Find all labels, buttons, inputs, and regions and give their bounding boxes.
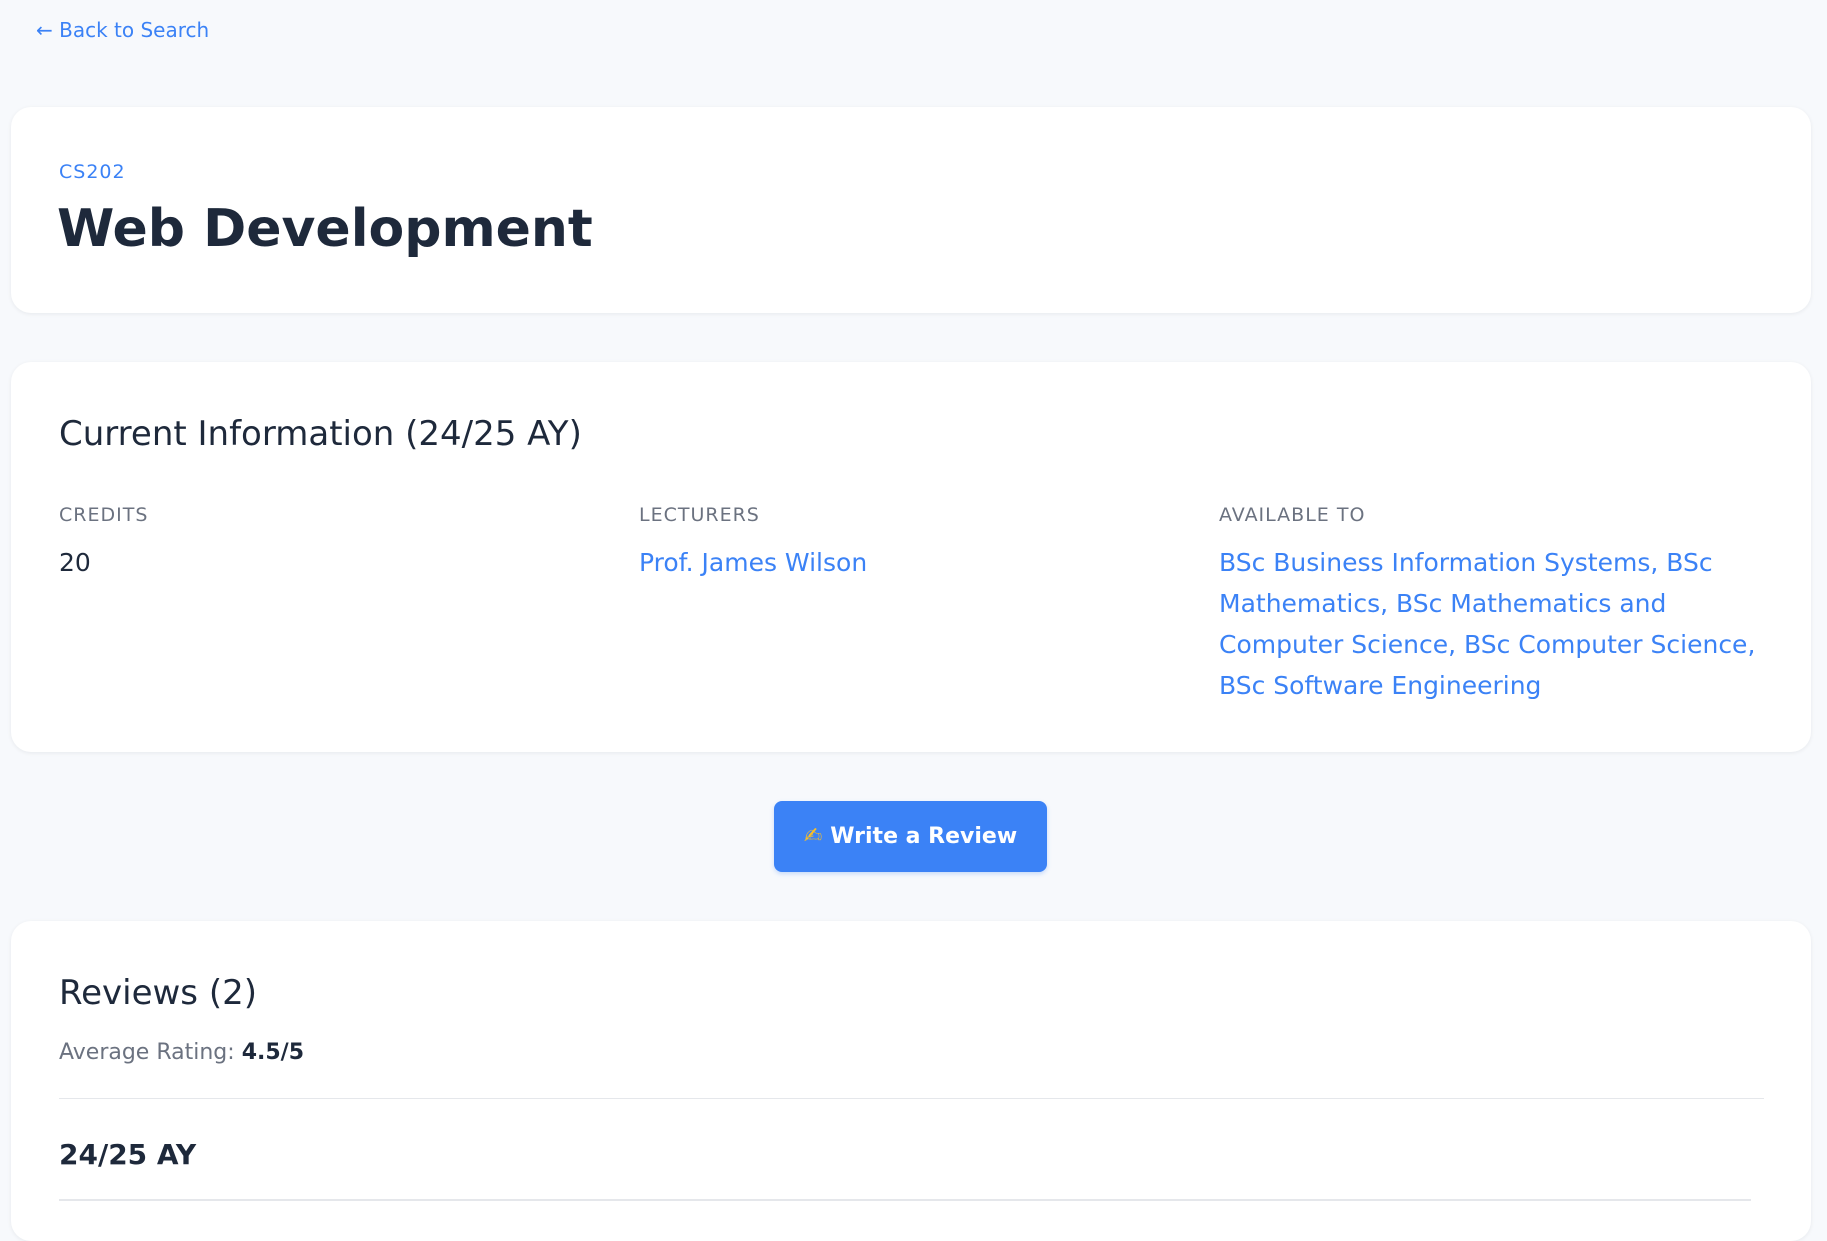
- current-information-heading: Current Information (24/25 AY): [59, 414, 582, 454]
- reviews-card: Reviews (2) Average Rating: 4.5/5 24/25 …: [11, 921, 1811, 1241]
- lecturers-label: LECTURERS: [639, 504, 760, 526]
- writing-hand-icon: ✍: [803, 824, 823, 849]
- write-review-button[interactable]: ✍ Write a Review: [774, 801, 1047, 872]
- back-to-search-link[interactable]: ← Back to Search: [36, 18, 209, 42]
- average-rating-value: 4.5/5: [241, 1040, 305, 1065]
- lecturer-link[interactable]: Prof. James Wilson: [639, 542, 1179, 583]
- course-title: Web Development: [57, 199, 593, 259]
- available-to-programmes[interactable]: BSc Business Information Systems, BSc Ma…: [1219, 542, 1779, 706]
- available-to-column: AVAILABLE TO BSc Business Information Sy…: [1219, 504, 1779, 706]
- course-header-card: CS202 Web Development: [11, 107, 1811, 313]
- average-rating-label: Average Rating:: [59, 1040, 235, 1065]
- current-information-card: Current Information (24/25 AY) CREDITS 2…: [11, 362, 1811, 752]
- credits-label: CREDITS: [59, 504, 149, 526]
- lecturers-column: LECTURERS Prof. James Wilson: [639, 504, 1179, 583]
- course-code: CS202: [59, 161, 126, 183]
- reviews-divider: [59, 1098, 1764, 1099]
- review-year-heading: 24/25 AY: [59, 1138, 197, 1171]
- write-review-label: Write a Review: [830, 824, 1018, 849]
- reviews-heading: Reviews (2): [59, 973, 257, 1013]
- credits-value: 20: [59, 548, 91, 577]
- average-rating: Average Rating: 4.5/5: [59, 1040, 304, 1065]
- credits-column: CREDITS 20: [59, 504, 599, 583]
- available-to-label: AVAILABLE TO: [1219, 504, 1366, 526]
- year-section-divider: [59, 1199, 1751, 1201]
